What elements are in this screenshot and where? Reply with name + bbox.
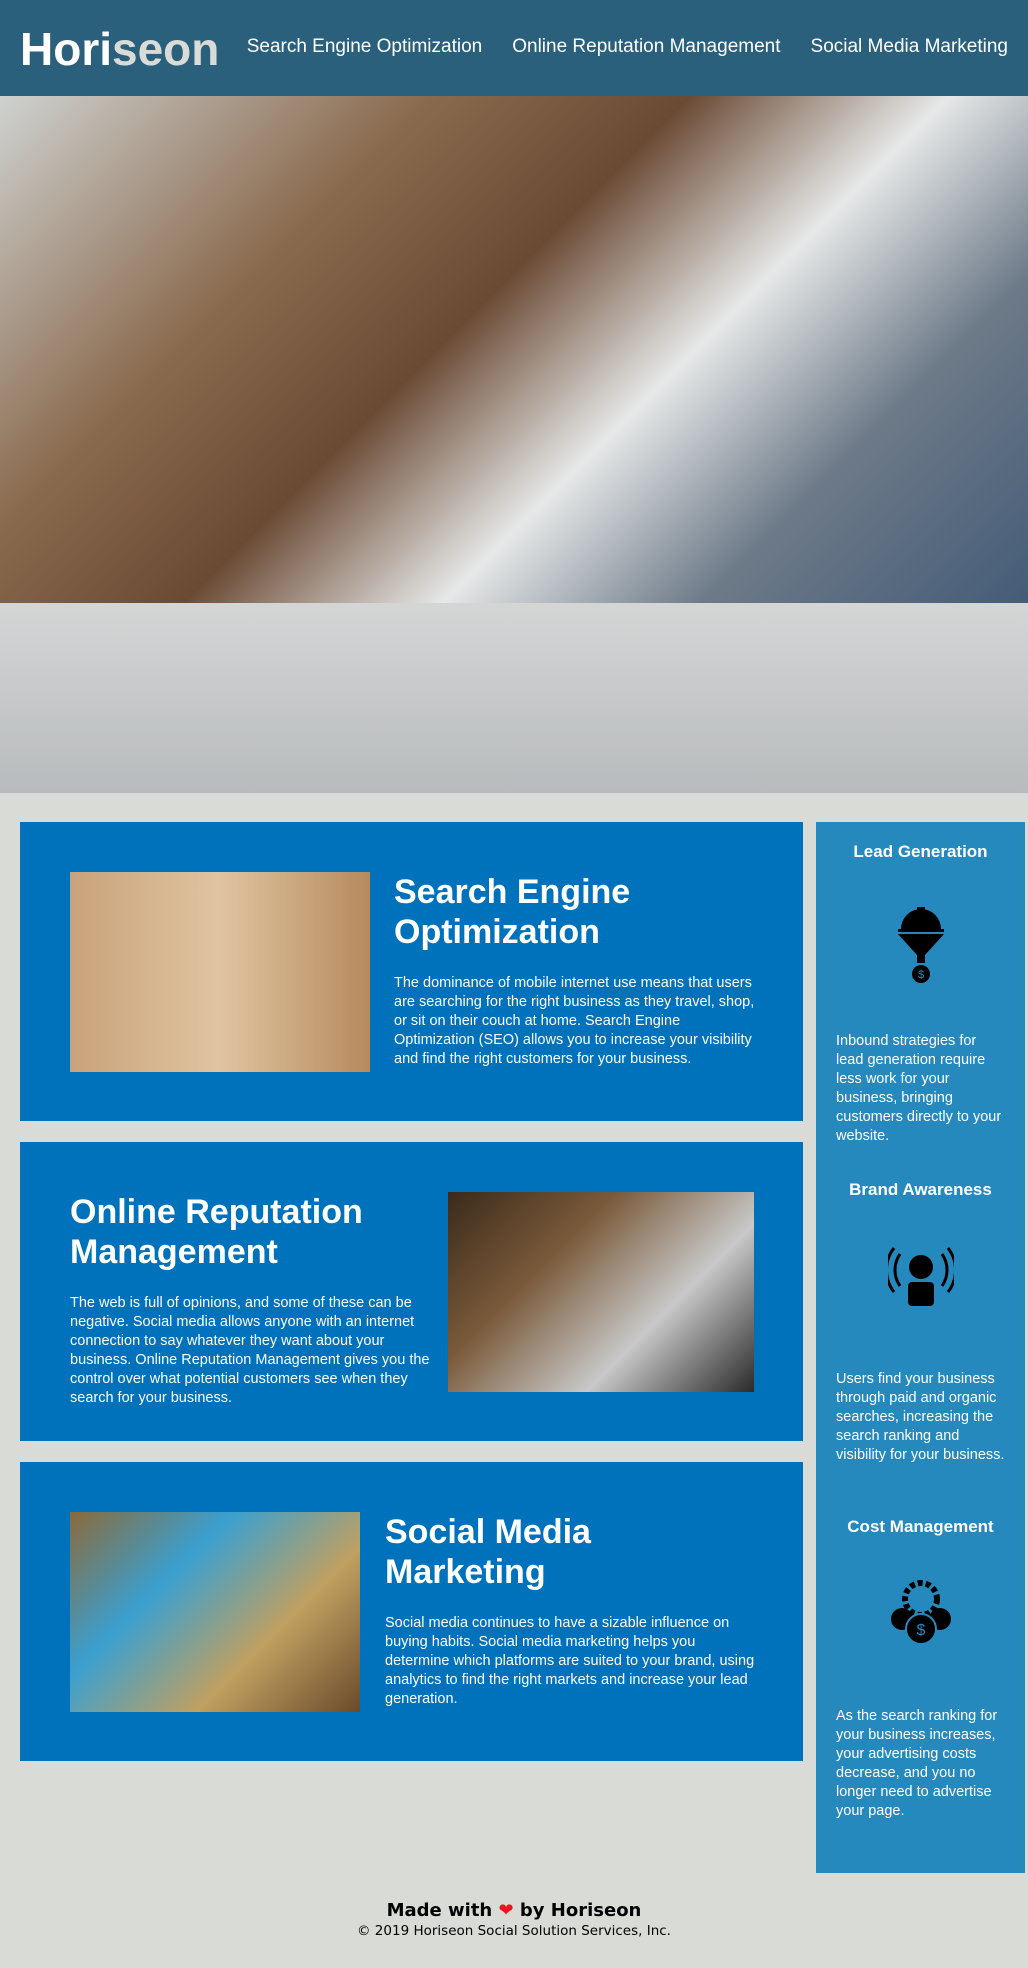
card-text: Social media continues to have a sizable…	[385, 1615, 755, 1707]
benefit-title: Cost Management	[847, 1517, 994, 1536]
site-footer: Made with ❤ by Horiseon © 2019 Horiseon …	[0, 1900, 1028, 1939]
nav-link-seo[interactable]: Search Engine Optimization	[247, 36, 483, 58]
reputation-image	[448, 1192, 754, 1392]
by-horiseon-text: by Horiseon	[519, 1900, 642, 1921]
logo-suffix: seon	[112, 23, 220, 75]
svg-text:$: $	[918, 969, 924, 981]
benefit-title: Lead Generation	[853, 842, 988, 861]
main-nav: Search Engine Optimization Online Reputa…	[247, 36, 1008, 58]
lightbulb-person-icon	[888, 1247, 954, 1306]
benefit-title: Brand Awareness	[849, 1180, 992, 1199]
card-social-media: Social Media Marketing Social media cont…	[20, 1462, 803, 1761]
card-text: The dominance of mobile internet use mea…	[394, 975, 755, 1067]
card-reputation: Online Reputation Management The web is …	[20, 1142, 803, 1441]
heart-icon: ❤	[498, 1900, 514, 1921]
svg-text:$: $	[917, 1622, 926, 1639]
logo-prefix: Hori	[20, 23, 112, 75]
card-seo: Search Engine Optimization The dominance…	[20, 822, 803, 1121]
benefit-text: Inbound strategies for lead generation r…	[836, 1033, 1002, 1144]
funnel-gear-icon: $	[898, 907, 944, 983]
hero-image	[0, 96, 1028, 793]
made-with-line: Made with ❤ by Horiseon	[0, 1900, 1028, 1921]
seo-image	[70, 872, 370, 1072]
card-title: Online Reputation Management	[70, 1193, 363, 1271]
made-with-text: Made with	[386, 1900, 493, 1921]
copyright: © 2019 Horiseon Social Solution Services…	[357, 1923, 671, 1939]
benefit-text: As the search ranking for your business …	[836, 1708, 998, 1819]
card-title: Social Media Marketing	[385, 1513, 591, 1591]
social-media-image	[70, 1512, 360, 1712]
benefits-sidebar: Lead Generation $ Inbound strategies for…	[816, 822, 1025, 1873]
site-header: Horiseon Search Engine Optimization Onli…	[0, 0, 1028, 96]
benefit-text: Users find your business through paid an…	[836, 1371, 1005, 1463]
coins-gear-icon: $	[891, 1580, 951, 1645]
card-text: The web is full of opinions, and some of…	[70, 1295, 430, 1406]
card-title: Search Engine Optimization	[394, 873, 631, 951]
nav-link-reputation[interactable]: Online Reputation Management	[512, 36, 780, 58]
logo[interactable]: Horiseon	[20, 22, 219, 76]
nav-link-social-media[interactable]: Social Media Marketing	[811, 36, 1008, 58]
hero-table	[0, 603, 1028, 793]
